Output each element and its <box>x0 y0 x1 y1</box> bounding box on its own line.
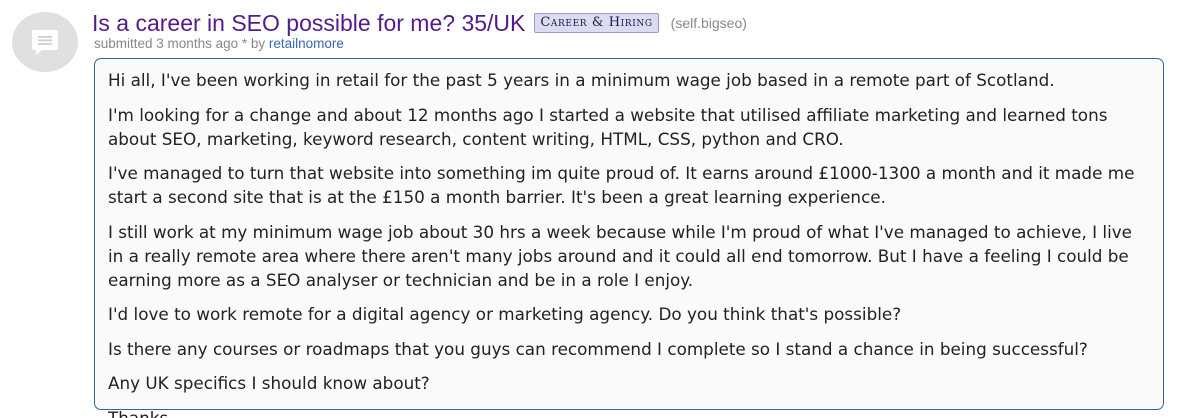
submitted-label: submitted <box>94 36 153 51</box>
domain-link[interactable]: self.bigseo <box>675 15 742 31</box>
domain-close-paren: ) <box>742 15 747 31</box>
submitted-time: 3 months ago <box>156 36 239 51</box>
body-paragraph: Any UK specifics I should know about? <box>108 373 430 393</box>
title-row: Is a career in SEO possible for me? 35/U… <box>92 8 747 38</box>
post-body: Hi all, I've been working in retail for … <box>94 58 1164 418</box>
post-thumbnail[interactable] <box>12 12 78 72</box>
body-paragraph: I've managed to turn that website into s… <box>108 163 1135 207</box>
body-paragraph: I'm looking for a change and about 12 mo… <box>108 104 1108 149</box>
body-paragraph: I still work at my minimum wage job abou… <box>108 221 1133 290</box>
submitted-by-label: * by <box>238 36 269 51</box>
body-paragraph: Is there any courses or roadmaps that yo… <box>108 338 1088 359</box>
post-title-link[interactable]: Is a career in SEO possible for me? 35/U… <box>92 10 525 37</box>
link-flair-badge[interactable]: Career & Hiring <box>534 13 659 33</box>
post-entry: Is a career in SEO possible for me? 35/U… <box>0 0 1200 418</box>
body-paragraph: I'd love to work remote for a digital ag… <box>108 304 902 324</box>
body-paragraph: Hi all, I've been working in retail for … <box>108 70 1055 90</box>
author-link[interactable]: retailnomore <box>269 36 344 51</box>
post-tagline: submitted 3 months ago * by retailnomore <box>94 36 344 51</box>
body-paragraph: Thanks. <box>108 407 174 418</box>
text-post-icon <box>32 30 58 55</box>
post-domain: (self.bigseo) <box>671 15 747 31</box>
